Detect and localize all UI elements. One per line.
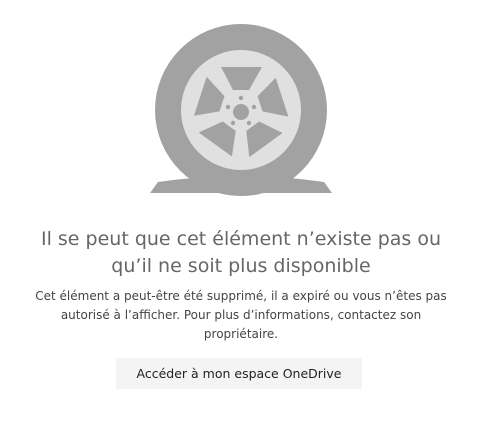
error-title-line1: Il se peut que cet élément n’existe pas … (40, 228, 442, 250)
error-title: Il se peut que cet élément n’existe pas … (20, 226, 462, 280)
error-title-line2: qu’il ne soit plus disponible (111, 255, 371, 277)
error-description: Cet élément a peut-être été supprimé, il… (35, 289, 447, 341)
hub-center (233, 104, 249, 120)
go-to-onedrive-button[interactable]: Accéder à mon espace OneDrive (116, 358, 362, 389)
flat-tire-icon (150, 24, 332, 196)
